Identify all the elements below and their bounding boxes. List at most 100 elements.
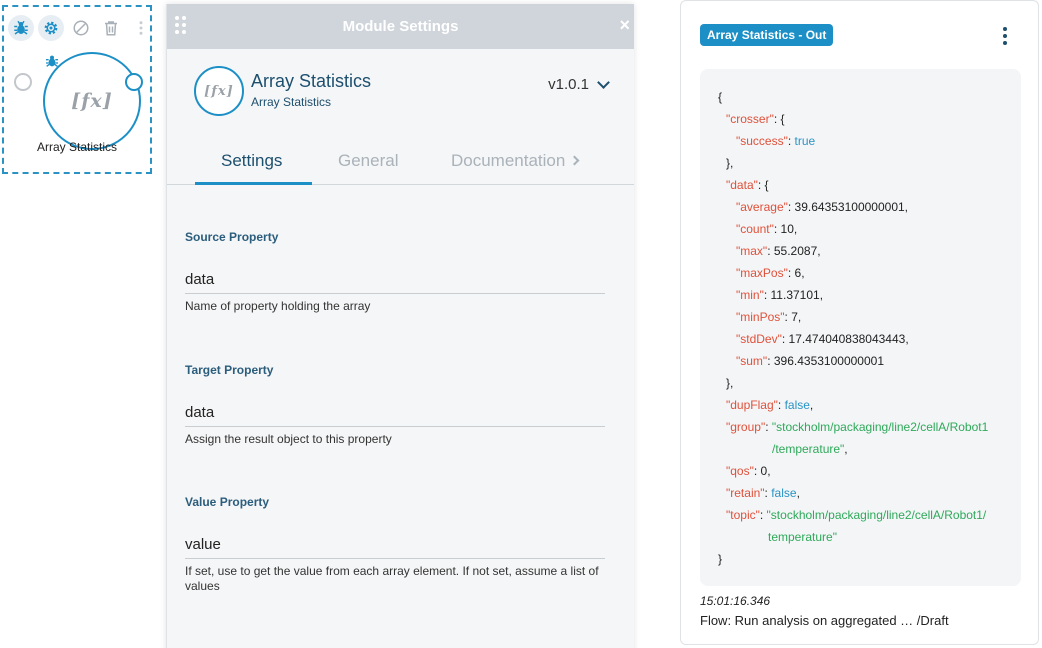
json-token: : 11.37101,	[763, 288, 824, 302]
json-token: "minPos"	[736, 310, 785, 324]
function-icon: [fx]	[71, 90, 113, 112]
field-help: Name of property holding the array	[185, 299, 371, 313]
source-property-field: Source Property data Name of property ho…	[185, 230, 605, 313]
more-options-icon[interactable]	[1003, 27, 1007, 45]
json-line: "maxPos": 6,	[700, 266, 1021, 288]
drag-handle-icon[interactable]	[175, 16, 186, 34]
more-vertical-icon	[139, 21, 143, 35]
json-token: ,	[844, 442, 848, 456]
module-settings-panel: Module Settings × [fx] Array Statistics …	[166, 4, 634, 648]
tab-bar: Settings General Documentation	[167, 141, 634, 185]
bug-icon	[14, 20, 28, 35]
tab-documentation[interactable]: Documentation	[451, 151, 580, 171]
json-token: :	[787, 134, 795, 148]
json-line: "average": 39.64353100000001,	[700, 200, 1021, 222]
json-token: "stockholm/packaging/line2/cellA/Robot1/	[766, 508, 987, 522]
output-message-card: Array Statistics - Out {"crosser": {"suc…	[680, 0, 1039, 645]
output-badge: Array Statistics - Out	[700, 24, 834, 46]
disable-button[interactable]	[68, 15, 94, 41]
json-token: }	[718, 552, 723, 566]
json-token: ,	[796, 486, 800, 500]
value-property-input[interactable]: value	[185, 536, 605, 559]
json-token: "maxPos"	[736, 266, 788, 280]
value-property-field: Value Property value If set, use to get …	[185, 495, 605, 593]
json-token: : 7,	[784, 310, 802, 324]
module-header: [fx] Array Statistics Array Statistics v…	[167, 49, 634, 141]
gear-icon	[44, 21, 58, 35]
json-token: "crosser"	[726, 112, 774, 126]
json-token: false	[771, 486, 797, 500]
function-icon: [fx]	[204, 83, 234, 99]
version-selector[interactable]: v1.0.1	[548, 75, 610, 93]
module-subtitle: Array Statistics	[251, 95, 332, 109]
output-port[interactable]	[125, 73, 143, 91]
json-token: : 6,	[787, 266, 805, 280]
json-token: "stockholm/packaging/line2/cellA/Robot1	[771, 420, 989, 434]
close-icon[interactable]: ×	[619, 15, 630, 35]
json-token: : {	[757, 178, 769, 192]
json-token: "min"	[736, 288, 764, 302]
chevron-right-icon[interactable]	[569, 155, 580, 166]
array-statistics-node[interactable]: [fx] Array Statistics	[2, 5, 152, 174]
json-token: /temperature"	[772, 442, 845, 456]
json-line: temperature"	[700, 530, 1021, 552]
field-help: If set, use to get the value from each a…	[185, 564, 599, 593]
json-line: "success": true	[700, 134, 1021, 156]
field-label: Value Property	[185, 495, 270, 509]
tab-documentation-label: Documentation	[451, 151, 566, 170]
json-token: : 55.2087,	[767, 244, 821, 258]
field-label: Target Property	[185, 363, 274, 377]
json-line: "crosser": {	[700, 112, 1021, 134]
message-timestamp: 15:01:16.346	[700, 594, 771, 608]
node-label: Array Statistics	[36, 140, 117, 154]
json-token: "max"	[736, 244, 768, 258]
json-line: },	[700, 156, 1021, 178]
tab-settings[interactable]: Settings	[221, 151, 282, 171]
json-line: {	[700, 90, 1021, 112]
panel-title: Module Settings	[342, 18, 459, 35]
source-property-input[interactable]: data	[185, 271, 605, 294]
json-token: :	[765, 420, 772, 434]
json-token: ,	[809, 398, 814, 412]
more-button[interactable]	[128, 15, 154, 41]
json-line: "qos": 0,	[700, 464, 1021, 486]
json-token: "data"	[726, 178, 758, 192]
json-token: : 17.474040838043443,	[781, 332, 909, 346]
json-token: "group"	[726, 420, 766, 434]
json-token: : 0,	[753, 464, 771, 478]
panel-header: Module Settings ×	[167, 4, 634, 49]
json-line: "dupFlag": false,	[700, 398, 1021, 420]
tab-general[interactable]: General	[338, 151, 398, 171]
json-token: temperature"	[768, 530, 837, 544]
active-tab-indicator	[195, 182, 312, 185]
json-line: "sum": 396.4353100000001	[700, 354, 1021, 376]
json-token: "count"	[736, 222, 774, 236]
settings-button[interactable]	[38, 15, 64, 41]
input-port[interactable]	[14, 73, 32, 91]
node-toolbar	[8, 15, 154, 41]
json-token: : {	[773, 112, 785, 126]
json-line: },	[700, 376, 1021, 398]
json-token: },	[726, 156, 734, 170]
json-token: "dupFlag"	[726, 398, 778, 412]
json-line: "minPos": 7,	[700, 310, 1021, 332]
json-line: "count": 10,	[700, 222, 1021, 244]
json-line: /temperature",	[700, 442, 1021, 464]
json-line: "max": 55.2087,	[700, 244, 1021, 266]
field-help: Assign the result object to this propert…	[185, 432, 392, 446]
json-token: : 39.64353100000001,	[787, 200, 909, 214]
debug-button[interactable]	[8, 15, 34, 41]
field-label: Source Property	[185, 230, 279, 244]
debug-badge-icon	[44, 53, 60, 74]
module-icon: [fx]	[194, 66, 244, 116]
trash-icon	[105, 21, 117, 36]
json-token: "sum"	[736, 354, 768, 368]
json-token: "stdDev"	[736, 332, 782, 346]
json-line: "stdDev": 17.474040838043443,	[700, 332, 1021, 354]
json-token: false	[784, 398, 810, 412]
json-token: "retain"	[726, 486, 765, 500]
target-property-input[interactable]: data	[185, 404, 605, 427]
delete-button[interactable]	[98, 15, 124, 41]
chevron-down-icon	[597, 75, 610, 89]
json-line: "min": 11.37101,	[700, 288, 1021, 310]
